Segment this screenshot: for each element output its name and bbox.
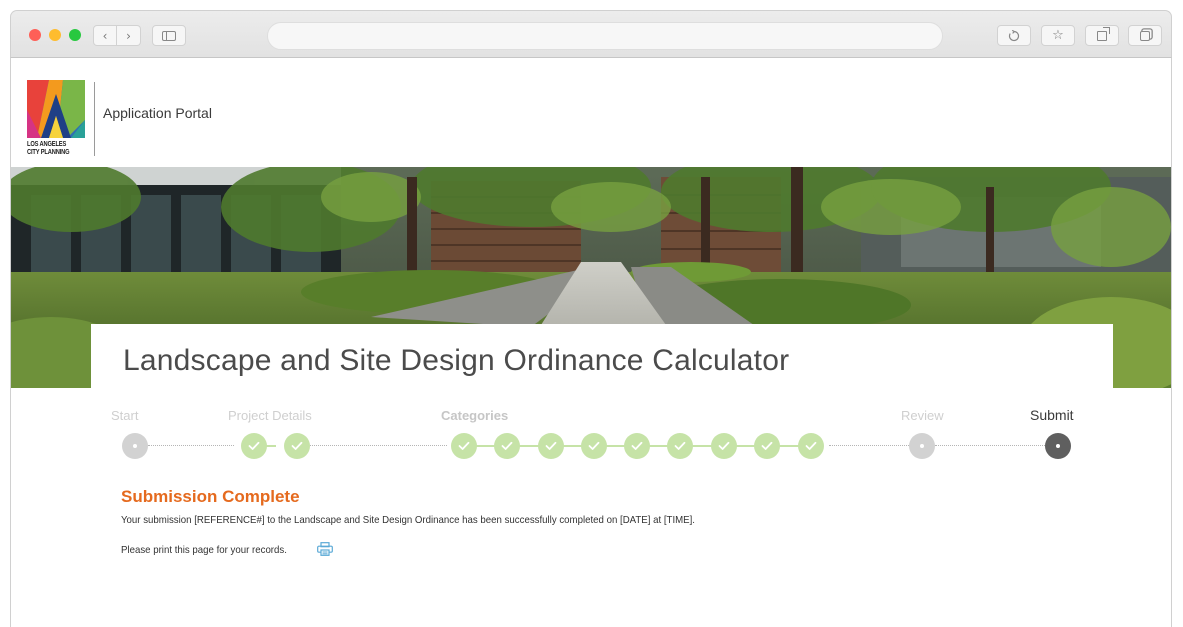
- page-title: Landscape and Site Design Ordinance Calc…: [123, 344, 790, 377]
- la-city-planning-logo[interactable]: LOS ANGELES CITY PLANNING: [27, 80, 85, 158]
- reload-icon: [1008, 29, 1020, 41]
- checkmark-icon: [458, 441, 470, 450]
- checkmark-icon: [761, 441, 773, 450]
- dot-icon: [133, 444, 137, 448]
- step-node-category-2[interactable]: [494, 433, 520, 459]
- step-node-category-6[interactable]: [667, 433, 693, 459]
- tabs-overview-icon: [1140, 30, 1150, 41]
- step-label-submit: Submit: [1030, 407, 1074, 423]
- step-node-category-8[interactable]: [754, 433, 780, 459]
- step-connector: [148, 445, 234, 446]
- step-node-category-3[interactable]: [538, 433, 564, 459]
- share-button[interactable]: [1085, 25, 1119, 46]
- header-divider: [94, 82, 95, 156]
- checkmark-icon: [805, 441, 817, 450]
- page-viewport: LOS ANGELES CITY PLANNING Application Po…: [10, 58, 1172, 627]
- star-icon: ☆: [1052, 28, 1064, 43]
- step-node-project-details-2[interactable]: [284, 433, 310, 459]
- checkmark-icon: [248, 441, 260, 450]
- step-label-review: Review: [901, 408, 944, 423]
- checkmark-icon: [291, 441, 303, 450]
- share-icon: [1097, 26, 1110, 41]
- zoom-window-button[interactable]: [69, 29, 81, 41]
- back-button[interactable]: ‹: [93, 25, 117, 46]
- minimize-window-button[interactable]: [49, 29, 61, 41]
- checkmark-icon: [588, 441, 600, 450]
- checkmark-icon: [501, 441, 513, 450]
- step-node-review[interactable]: [909, 433, 935, 459]
- dot-icon: [920, 444, 924, 448]
- checkmark-icon: [545, 441, 557, 450]
- title-card: Landscape and Site Design Ordinance Calc…: [91, 324, 1113, 404]
- portal-title: Application Portal: [103, 105, 212, 121]
- chevron-left-icon: ‹: [102, 28, 108, 43]
- step-node-category-5[interactable]: [624, 433, 650, 459]
- step-node-category-4[interactable]: [581, 433, 607, 459]
- print-instruction-text: Please print this page for your records.: [121, 544, 287, 556]
- step-node-category-1[interactable]: [451, 433, 477, 459]
- step-connector: [935, 445, 1045, 446]
- step-label-categories: Categories: [441, 408, 509, 423]
- logo-mark: [27, 80, 85, 138]
- step-connector: [829, 445, 909, 446]
- dot-icon: [1056, 444, 1060, 448]
- step-connector: [303, 445, 447, 446]
- chevron-right-icon: ›: [126, 28, 131, 43]
- step-label-project-details: Project Details: [228, 408, 312, 423]
- reload-button[interactable]: [997, 25, 1031, 46]
- checkmark-icon: [631, 441, 643, 450]
- browser-toolbar: ‹ › ☆: [10, 10, 1172, 58]
- step-label-start: Start: [111, 408, 139, 423]
- address-bar[interactable]: [267, 22, 943, 50]
- logo-text-line2: CITY PLANNING: [27, 149, 70, 156]
- logo-wordmark: LOS ANGELES CITY PLANNING: [27, 141, 76, 157]
- checkmark-icon: [718, 441, 730, 450]
- step-node-project-details-1[interactable]: [241, 433, 267, 459]
- logo-text-line1: LOS ANGELES: [27, 141, 67, 148]
- close-window-button[interactable]: [29, 29, 41, 41]
- submission-complete-heading: Submission Complete: [121, 487, 300, 506]
- printer-icon[interactable]: [317, 542, 333, 556]
- checkmark-icon: [674, 441, 686, 450]
- tabs-overview-button[interactable]: [1128, 25, 1162, 46]
- step-node-submit[interactable]: [1045, 433, 1071, 459]
- step-node-start[interactable]: [122, 433, 148, 459]
- step-node-category-9[interactable]: [798, 433, 824, 459]
- submission-confirmation-text: Your submission [REFERENCE#] to the Land…: [121, 514, 695, 526]
- step-node-category-7[interactable]: [711, 433, 737, 459]
- sidebar-toggle-button[interactable]: [152, 25, 186, 46]
- sidebar-icon: [162, 30, 176, 41]
- bookmark-button[interactable]: ☆: [1041, 25, 1075, 46]
- forward-button[interactable]: ›: [117, 25, 141, 46]
